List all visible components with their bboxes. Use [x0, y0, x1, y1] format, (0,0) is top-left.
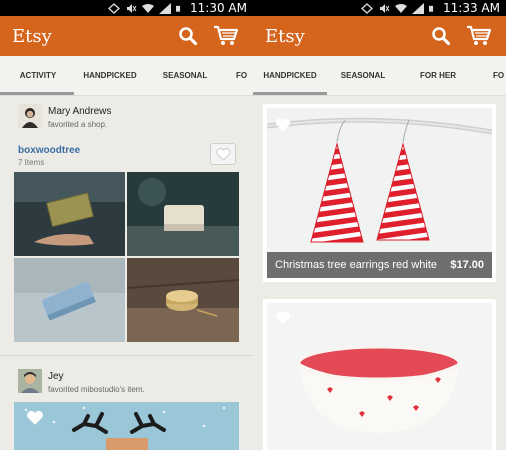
- item-title[interactable]: Christmas tree earrings red white: [275, 259, 450, 271]
- heart-icon[interactable]: [275, 311, 291, 325]
- cart-icon[interactable]: [464, 21, 494, 51]
- shop-item-thumbnail[interactable]: [127, 172, 239, 256]
- tab-for-her[interactable]: FOR HER: [410, 56, 466, 96]
- mute-icon: [127, 3, 137, 13]
- item-caption: Christmas tree earrings red white $17.00: [267, 252, 492, 278]
- battery-icon: [429, 5, 434, 12]
- favorite-button[interactable]: [210, 143, 236, 165]
- search-icon[interactable]: [426, 21, 456, 51]
- status-time: 11:30 AM: [190, 1, 247, 15]
- item-card[interactable]: [263, 299, 496, 450]
- data-sync-icon: [108, 2, 121, 14]
- activity-text: favorited a shop.: [48, 120, 108, 129]
- etsy-logo[interactable]: Etsy: [265, 26, 418, 47]
- signal-icon: [159, 2, 172, 14]
- user-name[interactable]: Mary Andrews: [48, 106, 111, 117]
- handpicked-screen: 11:33 AM Etsy HANDPICKED SEASONAL FOR HE…: [253, 0, 506, 450]
- category-tabs: ACTIVITY HANDPICKED SEASONAL FO: [0, 56, 253, 96]
- tab-seasonal[interactable]: SEASONAL: [155, 56, 215, 96]
- data-sync-icon: [361, 2, 374, 14]
- status-bar: 11:30 AM: [0, 0, 253, 16]
- tab-handpicked[interactable]: HANDPICKED: [257, 56, 323, 96]
- wifi-icon: [395, 3, 408, 13]
- shop-item-thumbnail[interactable]: [14, 258, 125, 342]
- avatar[interactable]: [18, 369, 42, 393]
- heart-icon: [216, 147, 230, 161]
- category-tabs: HANDPICKED SEASONAL FOR HER FO: [253, 56, 506, 96]
- status-bar: 11:33 AM: [253, 0, 506, 16]
- heart-icon[interactable]: [275, 118, 291, 132]
- etsy-logo[interactable]: Etsy: [12, 26, 165, 47]
- cart-icon[interactable]: [211, 21, 241, 51]
- app-bar: Etsy: [0, 16, 253, 56]
- wifi-icon: [142, 3, 155, 13]
- tab-for[interactable]: FO: [493, 56, 506, 96]
- active-tab-indicator: [253, 92, 327, 95]
- battery-icon: [176, 5, 181, 12]
- search-icon[interactable]: [173, 21, 203, 51]
- activity-card[interactable]: Mary Andrews favorited a shop. boxwoodtr…: [14, 100, 239, 350]
- user-name[interactable]: Jey: [48, 371, 64, 382]
- tab-seasonal[interactable]: SEASONAL: [333, 56, 393, 96]
- item-price: $17.00: [450, 259, 484, 271]
- item-image[interactable]: [267, 303, 492, 450]
- item-image[interactable]: [14, 402, 239, 450]
- activity-screen: 11:30 AM Etsy ACTIVITY HANDPICKED SEASON…: [0, 0, 253, 450]
- app-bar: Etsy: [253, 16, 506, 56]
- shop-item-thumbnail[interactable]: [14, 172, 125, 256]
- divider: [0, 355, 253, 356]
- heart-icon[interactable]: [26, 410, 44, 426]
- status-time: 11:33 AM: [443, 1, 500, 15]
- tab-activity[interactable]: ACTIVITY: [8, 56, 68, 96]
- active-tab-indicator: [0, 92, 74, 95]
- avatar[interactable]: [18, 104, 42, 128]
- shop-name[interactable]: boxwoodtree: [18, 145, 80, 156]
- item-card[interactable]: Christmas tree earrings red white $17.00: [263, 104, 496, 282]
- shop-item-thumbnail[interactable]: [127, 258, 239, 342]
- tab-for[interactable]: FO: [236, 56, 253, 96]
- tab-handpicked[interactable]: HANDPICKED: [80, 56, 140, 96]
- activity-text: favorited mibostudio's item.: [48, 385, 145, 394]
- item-count: 7 Items: [18, 158, 45, 167]
- mute-icon: [380, 3, 390, 13]
- signal-icon: [412, 2, 425, 14]
- activity-card[interactable]: Jey favorited mibostudio's item.: [14, 362, 239, 450]
